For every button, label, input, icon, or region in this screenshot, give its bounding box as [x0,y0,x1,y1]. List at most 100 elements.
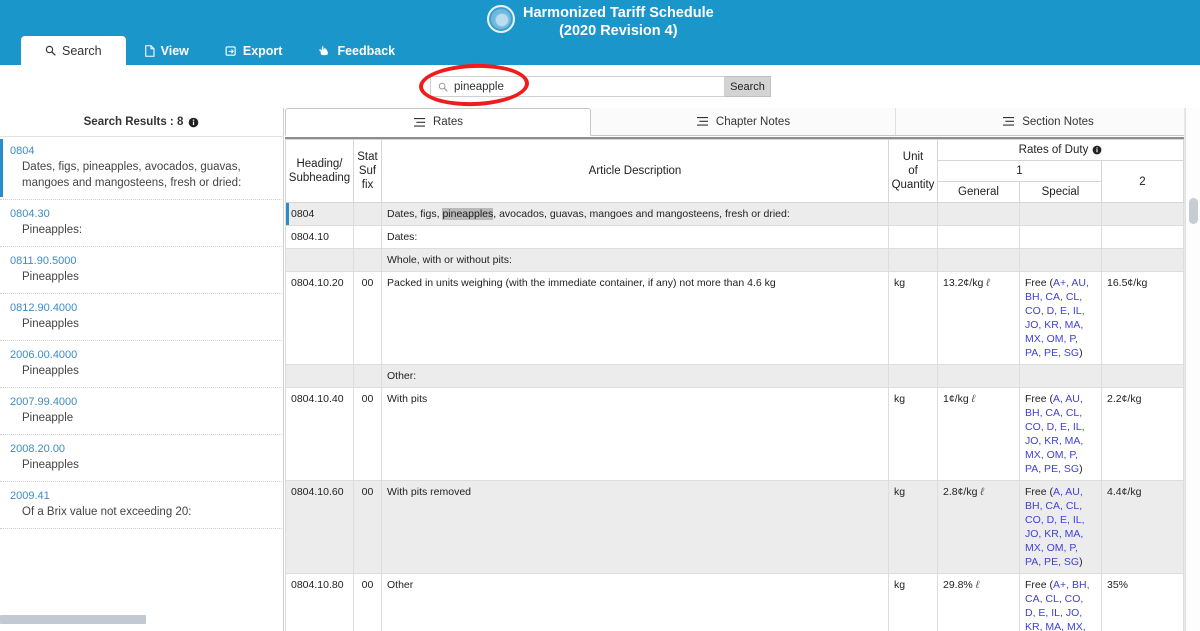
cell-unit-of-quantity: kg [888,480,938,574]
footnote-marker[interactable]: ℓ [986,277,989,289]
table-row[interactable]: 0804.10.80 00 Other kg 29.8% ℓ Free (A+, BH, … [285,573,1184,631]
special-rate-country-codes[interactable]: A, AU, BH, CA, CL, CO, D, E, IL, JO, KR,… [1025,486,1085,568]
cell-heading: 0804.10.80 [285,573,354,631]
search-result-item[interactable]: 2007.99.4000 Pineapple [0,388,284,435]
app-title-line1: Harmonized Tariff Schedule [523,5,714,21]
search-result-description: Pineapples [22,271,79,283]
search-button[interactable]: Search [725,76,771,97]
search-term-highlight: pineapples [442,208,494,220]
app-title: Harmonized Tariff Schedule (2020 Revisio… [523,4,714,40]
search-results-sidebar: Search Results : 8 0804 Dates, figs, pine… [0,108,284,631]
tab-chapter-notes[interactable]: Chapter Notes [591,108,896,135]
tariff-table-body: 0804 Dates, figs, pineapples, avocados, g… [285,202,1184,631]
tariff-table-area[interactable]: Heading/ Subheading Stat Suf fix Article… [285,137,1200,631]
cell-unit-of-quantity [888,248,938,272]
search-result-item[interactable]: 0804 Dates, figs, pineapples, avocados, g… [0,137,284,200]
table-row[interactable]: Whole, with or without pits: [285,248,1184,272]
footnote-marker[interactable]: ℓ [976,579,979,591]
special-rate-country-codes[interactable]: A+, BH, CA, CL, CO, D, E, IL, JO, KR, MA… [1025,579,1095,631]
cell-heading [285,248,354,272]
list-icon [413,117,425,127]
cell-rate-special [1019,248,1102,272]
tariff-table-head: Heading/ Subheading Stat Suf fix Article… [285,139,1184,203]
cell-heading: 0804.10.20 [285,271,354,365]
table-row[interactable]: 0804.10 Dates: [285,225,1184,249]
col-unit-l2: of [908,165,918,177]
cell-heading: 0804 [285,202,354,226]
cell-heading [285,364,354,388]
search-icon [438,82,448,92]
col-heading-subheading: Heading/ Subheading [285,139,354,203]
col-special: Special [1019,181,1102,203]
sidebar-horizontal-scrollbar[interactable] [0,615,284,624]
table-row[interactable]: 0804.10.60 00 With pits removed kg 2.8¢/kg ℓ… [285,480,1184,574]
search-result-description: Pineapples [22,365,79,377]
nav-tab-export[interactable]: Export [207,36,301,65]
search-box[interactable] [430,76,725,97]
nav-tab-feedback-label: Feedback [337,43,396,58]
search-result-item[interactable]: 0804.30 Pineapples: [0,200,284,247]
main-scroll-thumb[interactable] [1189,198,1198,224]
search-result-item[interactable]: 2006.00.4000 Pineapples [0,341,284,388]
search-row: Search Download Chapter Guide [0,65,1200,163]
special-rate-country-codes[interactable]: A, AU, BH, CA, CL, CO, D, E, IL, JO, KR,… [1025,393,1085,475]
tab-rates[interactable]: Rates [285,108,591,136]
nav-tab-search[interactable]: Search [21,36,126,65]
cell-rate-general [937,202,1020,226]
list-icon [1003,116,1015,126]
table-row[interactable]: 0804 Dates, figs, pineapples, avocados, g… [285,202,1184,226]
search-result-item[interactable]: 0812.90.4000 Pineapples [0,294,284,341]
table-row[interactable]: 0804.10.40 00 With pits kg 1¢/kg ℓ Free (A, A… [285,387,1184,481]
tab-section-notes[interactable]: Section Notes [896,108,1200,135]
search-control: Search [430,76,771,97]
cell-stat-suffix [353,202,382,226]
search-result-item[interactable]: 2008.20.00 Pineapples [0,435,284,482]
table-row[interactable]: 0804.10.20 00 Packed in units weighing (wi… [285,271,1184,365]
cell-unit-of-quantity [888,364,938,388]
sidebar-scroll-thumb[interactable] [0,615,146,624]
search-result-code: 0804 [10,145,35,157]
search-result-code: 0804.30 [10,208,50,220]
search-result-code: 2006.00.4000 [10,349,78,361]
cell-rate-column2: 16.5¢/kg [1101,271,1184,365]
special-rate-country-codes[interactable]: A+, AU, BH, CA, CL, CO, D, E, IL, JO, KR… [1025,277,1089,359]
search-result-description: Pineapples [22,459,79,471]
cell-rate-general: 29.8% ℓ [937,573,1020,631]
cell-rate-special: Free (A+, BH, CA, CL, CO, D, E, IL, JO, … [1019,573,1102,631]
info-icon[interactable] [188,117,199,128]
cell-rate-column2: 35% [1101,573,1184,631]
cell-rate-column2 [1101,225,1184,249]
search-result-item[interactable]: 0811.90.5000 Pineapples [0,247,284,294]
app-title-line2: (2020 Revision 4) [559,23,678,39]
tariff-table: Heading/ Subheading Stat Suf fix Article… [285,139,1184,631]
search-input[interactable] [454,80,717,93]
footnote-marker[interactable]: ℓ [972,393,975,405]
cell-rate-column2: 4.4¢/kg [1101,480,1184,574]
cell-rate-column2: 2.2¢/kg [1101,387,1184,481]
search-results-list[interactable]: 0804 Dates, figs, pineapples, avocados, g… [0,136,284,616]
info-icon[interactable] [1092,145,1102,155]
cell-rate-column2 [1101,248,1184,272]
nav-tab-view-label: View [160,43,189,58]
col-general: General [937,181,1020,203]
search-result-code: 2009.41 [10,490,50,502]
table-row[interactable]: Other: [285,364,1184,388]
cell-stat-suffix [353,225,382,249]
search-result-item[interactable]: 2009.41 Of a Brix value not exceeding 20: [0,482,284,529]
cell-rate-special [1019,364,1102,388]
search-result-description: Pineapple [22,412,74,424]
cell-article-description: Whole, with or without pits: [381,248,889,272]
cell-rate-special [1019,202,1102,226]
nav-tab-feedback[interactable]: Feedback [300,36,413,65]
main-vertical-scrollbar[interactable] [1185,108,1200,631]
nav-tab-search-label: Search [62,43,102,58]
cell-article-description: Other [381,573,889,631]
nav-tab-view[interactable]: View [126,36,207,65]
app-header-bar: Harmonized Tariff Schedule (2020 Revisio… [0,0,1200,65]
cell-rate-general [937,248,1020,272]
cell-rate-general: 13.2¢/kg ℓ [937,271,1020,365]
hand-point-icon [319,45,329,55]
footnote-marker[interactable]: ℓ [980,486,983,498]
col-article-description: Article Description [381,139,889,203]
table-header-row-1: Heading/ Subheading Stat Suf fix Article… [285,139,1184,203]
